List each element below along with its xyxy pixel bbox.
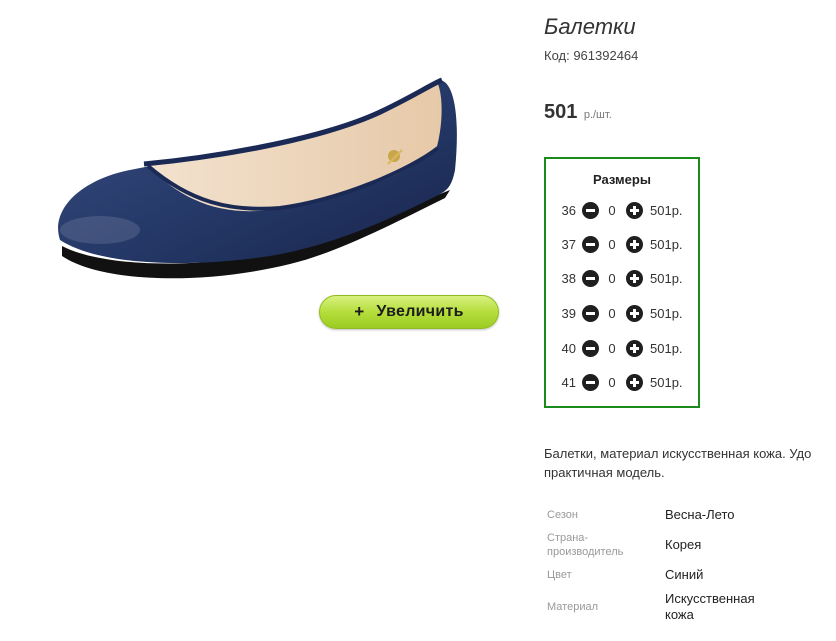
zoom-button[interactable]: + Увеличить	[319, 295, 499, 329]
spec-value-line: Искусственная	[665, 591, 755, 606]
minus-icon[interactable]	[582, 305, 599, 322]
minus-icon[interactable]	[582, 236, 599, 253]
sizes-panel: Размеры 36 0 501р. 37 0 501р. 38 0 501р.…	[544, 157, 700, 408]
size-label: 37	[561, 237, 576, 252]
zoom-button-label: Увеличить	[376, 303, 464, 320]
plus-icon: +	[354, 302, 365, 321]
minus-icon[interactable]	[582, 270, 599, 287]
sizes-title: Размеры	[593, 172, 651, 187]
description-line: практичная модель.	[544, 465, 665, 480]
size-label: 41	[561, 375, 576, 390]
spec-value-line: кожа	[665, 607, 694, 622]
spec-label-color: Цвет	[547, 569, 572, 581]
spec-label-season: Сезон	[547, 509, 578, 521]
plus-icon[interactable]	[626, 340, 643, 357]
size-label: 36	[561, 203, 576, 218]
price-value: 501	[544, 101, 578, 123]
minus-icon[interactable]	[582, 202, 599, 219]
size-row: 37 0 501р.	[546, 233, 698, 257]
size-row: 41 0 501р.	[546, 371, 698, 395]
spec-value-country: Корея	[665, 537, 702, 552]
product-description: Балетки, материал искусственная кожа. Уд…	[544, 444, 836, 482]
minus-icon[interactable]	[582, 340, 599, 357]
plus-icon[interactable]	[626, 305, 643, 322]
size-price: 501р.	[650, 271, 683, 286]
size-quantity: 0	[608, 341, 616, 356]
price-unit: р./шт.	[583, 109, 612, 121]
size-label: 39	[561, 306, 576, 321]
plus-icon[interactable]	[626, 270, 643, 287]
spec-label-material: Материал	[547, 601, 598, 613]
description-line: Балетки, материал искусственная кожа. Уд…	[544, 446, 812, 461]
size-quantity: 0	[608, 375, 616, 390]
spec-value-season: Весна-Лето	[665, 507, 735, 522]
plus-icon[interactable]	[626, 236, 643, 253]
plus-icon[interactable]	[626, 202, 643, 219]
size-quantity: 0	[608, 203, 616, 218]
size-quantity: 0	[608, 237, 616, 252]
size-label: 40	[561, 341, 576, 356]
product-page: + Увеличить Балетки Код: 961392464 501 р…	[0, 0, 836, 641]
size-row: 40 0 501р.	[546, 337, 698, 361]
spec-value-color: Синий	[665, 567, 704, 582]
size-price: 501р.	[650, 341, 683, 356]
size-row: 38 0 501р.	[546, 267, 698, 291]
size-quantity: 0	[608, 271, 616, 286]
size-row: 36 0 501р.	[546, 199, 698, 223]
size-price: 501р.	[650, 375, 683, 390]
spec-label-line: производитель	[547, 546, 624, 558]
size-quantity: 0	[608, 306, 616, 321]
spec-label-country: Страна- производитель	[547, 531, 623, 559]
size-price: 501р.	[650, 237, 683, 252]
spec-label-line: Страна-	[547, 532, 589, 544]
size-row: 39 0 501р.	[546, 302, 698, 326]
minus-icon[interactable]	[582, 374, 599, 391]
product-title: Балетки	[544, 14, 636, 39]
product-photo[interactable]	[40, 60, 480, 300]
spec-value-material: Искусственная кожа	[665, 591, 755, 623]
product-code: Код: 961392464	[544, 48, 639, 63]
size-label: 38	[561, 271, 576, 286]
size-price: 501р.	[650, 203, 683, 218]
plus-icon[interactable]	[626, 374, 643, 391]
product-price: 501 р./шт.	[544, 101, 612, 124]
size-price: 501р.	[650, 306, 683, 321]
